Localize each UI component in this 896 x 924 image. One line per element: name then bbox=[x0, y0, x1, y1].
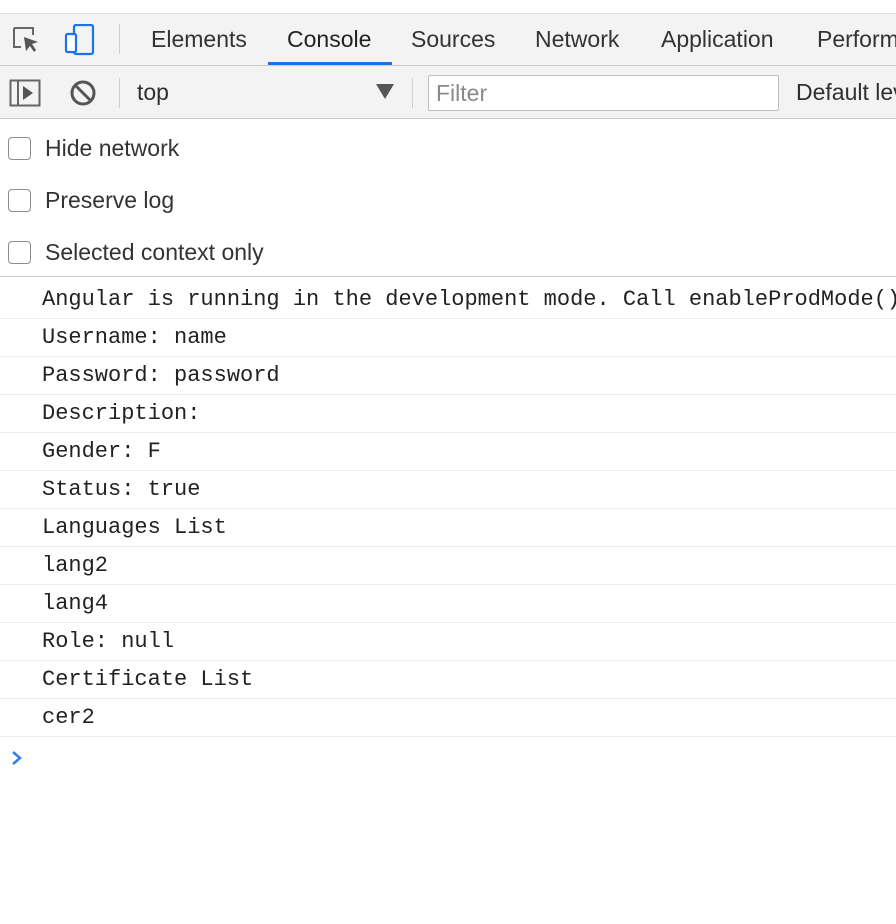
clear-console-button[interactable] bbox=[67, 77, 99, 109]
log-levels-dropdown[interactable]: Default lev bbox=[796, 66, 896, 118]
filter-input[interactable] bbox=[428, 75, 779, 111]
selected-context-label: Selected context only bbox=[45, 238, 264, 265]
active-tab-indicator bbox=[268, 62, 392, 65]
tab-console[interactable]: Console bbox=[287, 14, 371, 65]
console-message: Role: null bbox=[0, 623, 896, 661]
preserve-log-label: Preserve log bbox=[45, 186, 175, 213]
chevron-right-icon bbox=[12, 751, 22, 765]
console-message: lang4 bbox=[0, 585, 896, 623]
toolbar-divider bbox=[412, 78, 413, 108]
hide-network-label: Hide network bbox=[45, 134, 180, 161]
tab-elements[interactable]: Elements bbox=[151, 14, 247, 65]
console-message: Description: bbox=[0, 395, 896, 433]
toolbar-divider bbox=[119, 78, 120, 108]
devtools-tab-bar: Elements Console Sources Network Applica… bbox=[0, 14, 896, 66]
tab-application[interactable]: Application bbox=[661, 14, 774, 65]
console-message: Languages List bbox=[0, 509, 896, 547]
console-messages: Angular is running in the development mo… bbox=[0, 281, 896, 737]
console-message: Password: password bbox=[0, 357, 896, 395]
clear-console-icon bbox=[70, 80, 96, 106]
console-message: lang2 bbox=[0, 547, 896, 585]
preserve-log-checkbox[interactable] bbox=[8, 188, 31, 212]
console-toolbar: top Default lev bbox=[0, 66, 896, 119]
console-settings-pane: Hide network Preserve log Selected conte… bbox=[0, 120, 896, 277]
console-message: Angular is running in the development mo… bbox=[0, 281, 896, 319]
selected-context-option[interactable]: Selected context only bbox=[8, 226, 264, 278]
selected-context-checkbox[interactable] bbox=[8, 240, 31, 264]
hide-network-checkbox[interactable] bbox=[8, 136, 31, 160]
console-message: Certificate List bbox=[0, 661, 896, 699]
inspect-element-button[interactable] bbox=[10, 24, 42, 56]
tabbar-divider bbox=[119, 24, 120, 54]
console-prompt[interactable] bbox=[10, 745, 30, 771]
console-message: Status: true bbox=[0, 471, 896, 509]
toggle-device-toolbar-button[interactable] bbox=[63, 24, 95, 56]
show-sidebar-button[interactable] bbox=[9, 77, 41, 109]
window-top-strip bbox=[0, 0, 896, 14]
preserve-log-option[interactable]: Preserve log bbox=[8, 174, 174, 226]
tab-network[interactable]: Network bbox=[535, 14, 619, 65]
inspect-element-icon bbox=[13, 27, 38, 52]
dropdown-arrow-icon[interactable] bbox=[376, 84, 394, 99]
show-sidebar-icon bbox=[9, 79, 41, 107]
hide-network-option[interactable]: Hide network bbox=[8, 122, 179, 174]
device-toolbar-icon bbox=[64, 24, 95, 56]
tab-performance[interactable]: Perform bbox=[817, 14, 896, 65]
console-message: Username: name bbox=[0, 319, 896, 357]
context-selector[interactable]: top bbox=[137, 66, 169, 118]
tab-sources[interactable]: Sources bbox=[411, 14, 495, 65]
console-message: Gender: F bbox=[0, 433, 896, 471]
console-message: cer2 bbox=[0, 699, 896, 737]
